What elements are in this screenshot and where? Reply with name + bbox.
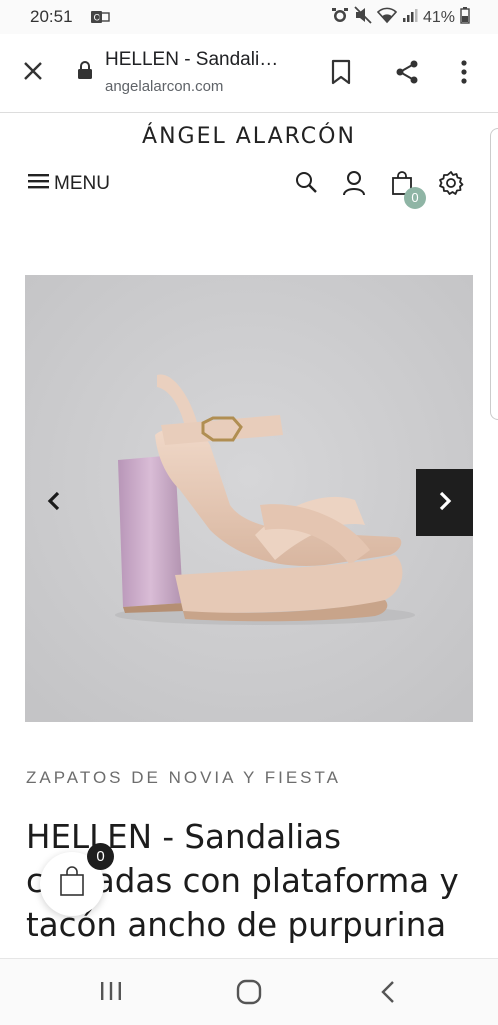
carousel-next-button[interactable] [416, 469, 473, 536]
brand-logo[interactable]: ÁNGEL ALARCÓN [0, 124, 498, 149]
status-time: 20:51 [30, 7, 73, 26]
outlook-icon: O [90, 9, 110, 29]
settings-icon[interactable] [438, 170, 464, 200]
page-title[interactable]: HELLEN - Sandali… [105, 49, 278, 71]
browser-toolbar: HELLEN - Sandali… angelalarcon.com [0, 34, 498, 113]
menu-label: MENU [54, 173, 110, 194]
shoe-illustration [25, 275, 473, 722]
floating-cart-count[interactable]: 0 [87, 843, 114, 870]
back-icon[interactable] [378, 979, 398, 1009]
page-url[interactable]: angelalarcon.com [105, 78, 223, 95]
status-bar: 20:51 O 41% [0, 0, 498, 34]
shopping-bag-icon [58, 866, 86, 902]
recent-apps-icon[interactable] [99, 979, 123, 1007]
close-icon[interactable] [22, 60, 44, 86]
wifi-icon [376, 6, 398, 29]
page-scroll-handle[interactable] [490, 128, 498, 420]
battery-text: 41% [422, 8, 455, 26]
product-image[interactable] [25, 275, 473, 722]
chevron-left-icon [46, 489, 62, 517]
signal-icon [402, 7, 418, 28]
bookmark-icon[interactable] [330, 59, 352, 89]
share-icon[interactable] [394, 59, 420, 89]
search-icon[interactable] [294, 170, 318, 200]
home-icon[interactable] [236, 979, 262, 1009]
cart-count-badge[interactable]: 0 [404, 187, 426, 209]
chevron-right-icon [437, 489, 453, 517]
system-nav-bar [0, 958, 498, 1025]
mute-icon [354, 6, 372, 29]
hamburger-icon [28, 172, 50, 196]
menu-button[interactable]: MENU [28, 172, 110, 196]
carousel-prev-button[interactable] [25, 470, 83, 536]
product-category[interactable]: ZAPATOS DE NOVIA Y FIESTA [26, 768, 341, 788]
lock-icon [77, 60, 93, 84]
alarm-icon [331, 6, 349, 29]
user-icon[interactable] [342, 170, 366, 200]
more-icon[interactable] [460, 59, 468, 89]
battery-icon [460, 6, 470, 29]
